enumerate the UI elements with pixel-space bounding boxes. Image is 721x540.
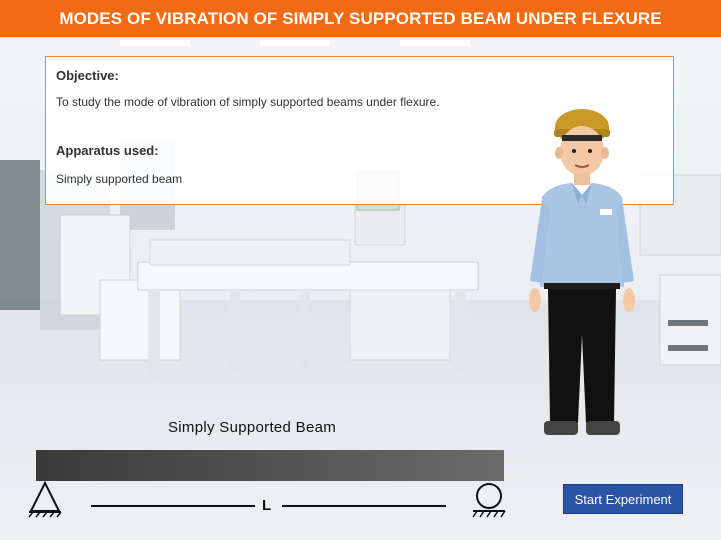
length-dimension-line-left bbox=[91, 505, 255, 507]
roller-support-icon bbox=[470, 481, 508, 524]
engineer-avatar bbox=[520, 105, 650, 440]
simply-supported-beam bbox=[36, 450, 504, 481]
beam-title: Simply Supported Beam bbox=[168, 419, 337, 436]
pin-support-icon bbox=[27, 480, 63, 523]
length-label: L bbox=[262, 497, 272, 514]
page-title: MODES OF VIBRATION OF SIMPLY SUPPORTED B… bbox=[59, 8, 662, 28]
page-header: MODES OF VIBRATION OF SIMPLY SUPPORTED B… bbox=[0, 0, 721, 37]
length-dimension-line-right bbox=[282, 505, 446, 507]
objective-heading: Objective: bbox=[56, 68, 119, 83]
start-experiment-button[interactable]: Start Experiment bbox=[563, 484, 683, 514]
